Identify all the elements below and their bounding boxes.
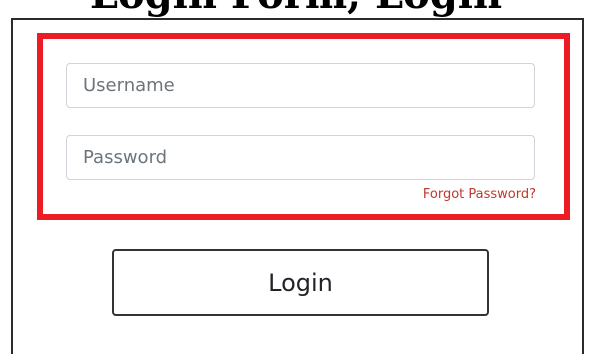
forgot-password-link[interactable]: Forgot Password?	[423, 187, 536, 203]
password-input[interactable]	[66, 135, 535, 180]
page-heading-clipped: Login Form, Login	[0, 0, 592, 20]
panel-border	[11, 18, 584, 20]
username-input[interactable]	[66, 63, 535, 108]
panel-border	[11, 18, 13, 354]
panel-border	[582, 18, 584, 354]
login-page: Login Form, Login Forgot Password? Login	[0, 0, 592, 354]
login-button[interactable]: Login	[112, 249, 489, 316]
